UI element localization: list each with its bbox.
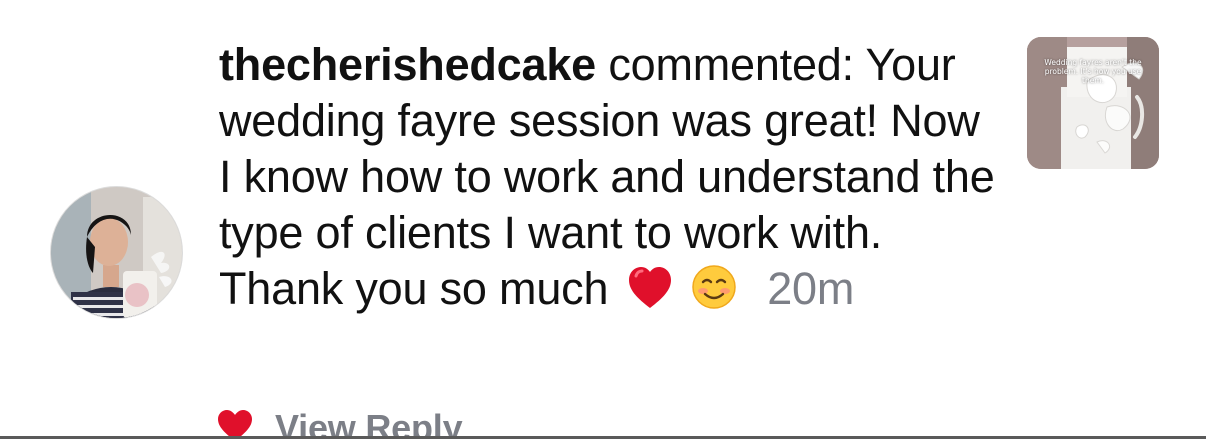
reply-row: View Reply: [217, 407, 463, 439]
post-thumbnail[interactable]: Wedding fayres aren't the problem. It's …: [1027, 37, 1159, 169]
heart-icon[interactable]: [217, 409, 253, 439]
view-reply-link[interactable]: View Reply: [275, 407, 463, 439]
avatar[interactable]: [50, 186, 183, 319]
red-heart-emoji: [627, 266, 673, 323]
timestamp: 20m: [767, 263, 855, 314]
smiling-face-emoji: [691, 264, 737, 323]
thumbnail-caption: Wedding fayres aren't the problem. It's …: [1044, 58, 1142, 85]
username[interactable]: thecherishedcake: [219, 39, 596, 90]
notification-text: thecherishedcake commented: Your wedding…: [219, 37, 999, 323]
action-text: commented:: [608, 39, 854, 90]
